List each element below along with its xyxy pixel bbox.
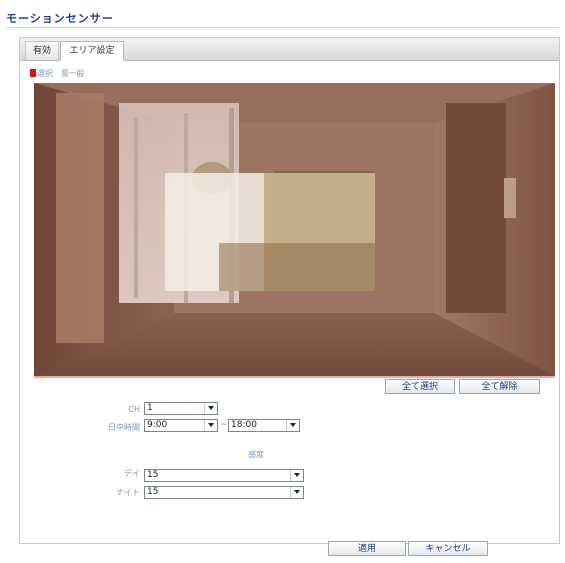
apply-button[interactable]: 適用	[328, 541, 406, 556]
daytime-start-value: 9:00	[147, 420, 168, 430]
sensitivity-heading: 感度	[248, 450, 264, 459]
selected-legend-label: 選択	[37, 69, 53, 78]
day-sensitivity-value: 15	[147, 470, 159, 480]
selected-swatch	[30, 69, 36, 77]
ch-label: CH	[128, 405, 140, 414]
daytime-label: 日中時間	[108, 423, 140, 432]
daytime-end-select[interactable]: 18:00	[228, 419, 300, 432]
cancel-button[interactable]: キャンセル	[408, 541, 488, 556]
camera-area-grid[interactable]	[34, 83, 555, 378]
chevron-down-icon	[286, 420, 299, 431]
tab-bar: 有効 エリア設定	[20, 38, 559, 61]
chevron-down-icon	[290, 487, 303, 498]
ch-select-value: 1	[147, 403, 153, 413]
normal-legend-label: 一般	[68, 69, 85, 78]
selected-region-floor	[219, 243, 375, 291]
settings-panel: 有効 エリア設定 選択 一般 全て選択 全て解除 CH 1 日中時間 9:00 …	[19, 37, 560, 544]
clear-all-button[interactable]: 全て解除	[459, 379, 540, 394]
normal-swatch	[61, 69, 68, 77]
title-divider	[6, 27, 559, 28]
camera-view	[34, 83, 555, 376]
tab-enable[interactable]: 有効	[25, 41, 59, 60]
page-title: モーションセンサー	[6, 12, 114, 25]
ch-select[interactable]: 1	[144, 402, 218, 415]
night-sensitivity-select[interactable]: 15	[144, 486, 304, 499]
motion-sensor-page: モーションセンサー 有効 エリア設定 選択 一般 全て選択 全て解除 CH 1 …	[0, 0, 565, 563]
night-label: ナイト	[116, 488, 140, 497]
day-label: デイ	[124, 469, 140, 478]
day-sensitivity-select[interactable]: 15	[144, 469, 304, 482]
area-legend: 選択 一般	[30, 68, 91, 80]
night-sensitivity-value: 15	[147, 487, 159, 497]
tab-area-settings[interactable]: エリア設定	[60, 41, 124, 61]
chevron-down-icon	[290, 470, 303, 481]
select-all-button[interactable]: 全て選択	[385, 379, 455, 394]
time-separator: ~	[220, 420, 228, 430]
daytime-start-select[interactable]: 9:00	[144, 419, 218, 432]
chevron-down-icon	[204, 420, 217, 431]
chevron-down-icon	[204, 403, 217, 414]
daytime-end-value: 18:00	[231, 420, 257, 430]
